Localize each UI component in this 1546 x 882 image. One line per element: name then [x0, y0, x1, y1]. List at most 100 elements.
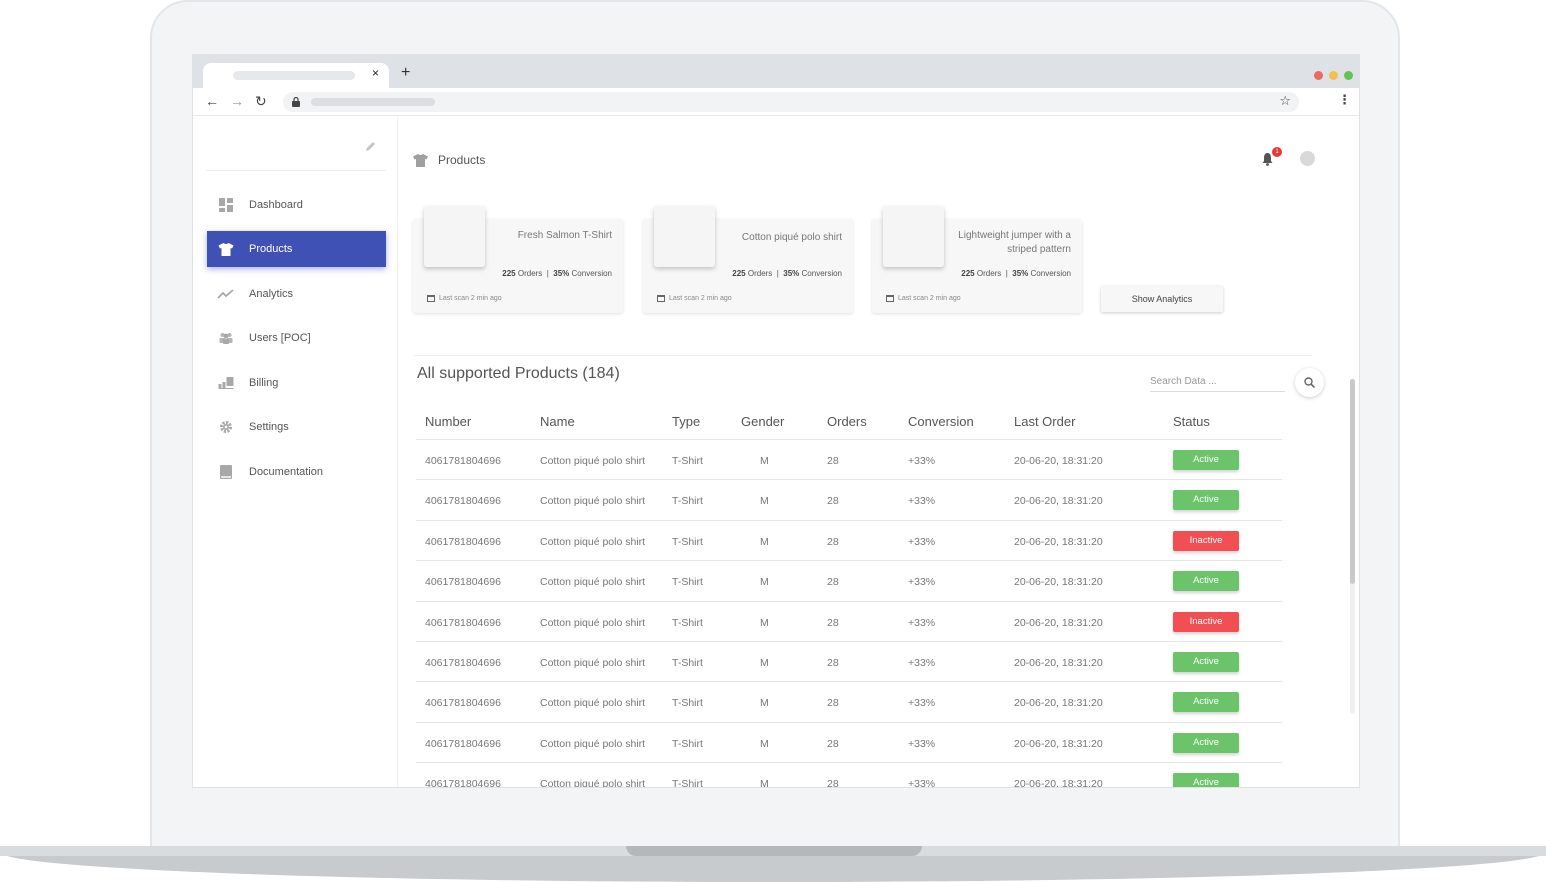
status-badge[interactable]: Active [1173, 450, 1239, 470]
column-header-last-order[interactable]: Last Order [1014, 414, 1075, 429]
cell-number: 4061781804696 [425, 778, 501, 787]
billing-icon [218, 377, 234, 389]
column-header-name[interactable]: Name [540, 414, 575, 429]
status-badge[interactable]: Active [1173, 651, 1239, 672]
cell-last-order: 20-06-20, 18:31:20 [1014, 656, 1103, 669]
sidebar-item-users[interactable]: Users [POC] [207, 320, 386, 356]
sidebar-item-billing[interactable]: Billing [207, 365, 386, 401]
cell-gender: M [760, 576, 769, 589]
cell-last-order: 20-06-20, 18:31:20 [1014, 616, 1103, 629]
close-tab-icon[interactable]: × [372, 66, 379, 80]
table-scrollbar[interactable] [1350, 379, 1355, 714]
cell-name: Cotton piqué polo shirt [540, 576, 646, 589]
scrollbar-thumb[interactable] [1350, 379, 1355, 584]
product-card[interactable]: Fresh Salmon T-Shirt 225 Orders | 35% Co… [413, 206, 623, 313]
back-arrow-icon[interactable]: ← [205, 93, 219, 109]
cell-number: 4061781804696 [425, 737, 501, 750]
cell-number: 4061781804696 [425, 455, 501, 467]
sidebar-item-dashboard[interactable]: Dashboard [207, 187, 386, 223]
column-header-gender[interactable]: Gender [741, 414, 784, 429]
status-badge[interactable]: Active [1173, 571, 1239, 592]
cell-gender: M [760, 737, 769, 750]
sidebar-item-analytics[interactable]: Analytics [207, 276, 386, 312]
show-analytics-button[interactable]: Show Analytics [1101, 286, 1223, 312]
table-title: All supported Products (184) [417, 365, 620, 382]
table-row[interactable]: 4061781804696 Cotton piqué polo shirt T-Sh… [416, 521, 1282, 562]
status-badge[interactable]: Active [1173, 692, 1239, 713]
search-icon [1304, 377, 1315, 388]
section-divider [414, 355, 1312, 356]
cell-gender: M [760, 697, 769, 710]
product-card[interactable]: Cotton piqué polo shirt 225 Orders | 35%… [643, 206, 853, 313]
users-icon [219, 333, 233, 344]
cell-last-order: 20-06-20, 18:31:20 [1014, 737, 1103, 750]
product-card[interactable]: Lightweight jumper with a striped patter… [872, 206, 1082, 313]
forward-arrow-icon[interactable]: → [230, 93, 244, 109]
tshirt-icon [218, 242, 234, 256]
browser-menu-icon[interactable]: ⋮ [1338, 92, 1351, 108]
product-thumbnail [424, 206, 485, 267]
table-row[interactable]: 4061781804696 Cotton piqué polo shirt T-Sh… [416, 723, 1282, 764]
pencil-icon[interactable] [365, 141, 376, 152]
sidebar-item-documentation[interactable]: Documentation [207, 454, 386, 490]
cell-type: T-Shirt [672, 778, 703, 787]
dashboard-icon [219, 198, 233, 212]
avatar[interactable] [1300, 151, 1315, 166]
reload-icon[interactable]: ↻ [255, 93, 267, 110]
status-badge[interactable]: Inactive [1173, 530, 1239, 551]
product-card-footer: Last scan 2 min ago [657, 294, 732, 302]
cell-orders: 28 [827, 576, 839, 589]
column-header-type[interactable]: Type [672, 414, 700, 429]
status-badge[interactable]: Active [1173, 490, 1239, 511]
table-row[interactable]: 4061781804696 Cotton piqué polo shirt T-Sh… [416, 561, 1282, 602]
cell-number: 4061781804696 [425, 616, 501, 629]
cell-last-order: 20-06-20, 18:31:20 [1014, 535, 1103, 548]
cell-orders: 28 [827, 697, 839, 710]
cell-orders: 28 [827, 455, 839, 467]
screen: × + ← → ↻ ☆ ⋮ Dashboard Products Analyti… [193, 55, 1359, 787]
cell-conversion: +33% [908, 778, 936, 787]
sidebar-item-label: Products [249, 243, 293, 255]
sidebar-item-products[interactable]: Products [207, 231, 386, 267]
cell-number: 4061781804696 [425, 495, 501, 508]
table-row[interactable]: 4061781804696 Cotton piqué polo shirt T-Sh… [416, 480, 1282, 521]
cell-gender: M [760, 535, 769, 548]
window-minimize-dot[interactable] [1329, 71, 1338, 80]
column-header-status[interactable]: Status [1173, 414, 1210, 429]
cell-last-order: 20-06-20, 18:31:20 [1014, 778, 1103, 787]
url-omnibox[interactable]: ☆ [283, 92, 1299, 112]
table-row[interactable]: 4061781804696 Cotton piqué polo shirt T-Sh… [416, 642, 1282, 683]
window-maximize-dot[interactable] [1344, 71, 1353, 80]
browser-tab[interactable]: × [203, 63, 389, 88]
table-row[interactable]: 4061781804696 Cotton piqué polo shirt T-Sh… [416, 440, 1282, 481]
window-close-dot[interactable] [1314, 71, 1323, 80]
search-button[interactable] [1295, 368, 1324, 397]
table-row[interactable]: 4061781804696 Cotton piqué polo shirt T-Sh… [416, 682, 1282, 723]
bell-icon[interactable] [1262, 153, 1273, 166]
main-content: Products 1 Fresh Salmon T-Shirt 225 Orde… [398, 117, 1359, 787]
lock-icon [292, 97, 300, 107]
table-body: 4061781804696 Cotton piqué polo shirt T-Sh… [416, 440, 1282, 787]
status-badge[interactable]: Active [1173, 732, 1239, 753]
column-header-orders[interactable]: Orders [827, 414, 867, 429]
tshirt-icon [413, 153, 428, 167]
cell-conversion: +33% [908, 697, 936, 710]
page-title: Products [413, 153, 485, 167]
search-input[interactable] [1150, 372, 1285, 392]
cell-gender: M [760, 656, 769, 669]
status-badge[interactable]: Inactive [1173, 611, 1239, 632]
bookmark-star-icon[interactable]: ☆ [1279, 93, 1291, 109]
new-tab-icon[interactable]: + [401, 64, 410, 82]
table-row[interactable]: 4061781804696 Cotton piqué polo shirt T-Sh… [416, 602, 1282, 642]
sidebar-item-settings[interactable]: Settings [207, 409, 386, 445]
table-row[interactable]: 4061781804696 Cotton piqué polo shirt T-Sh… [416, 763, 1282, 787]
product-thumbnail [883, 206, 944, 267]
product-card-stats: 225 Orders | 35% Conversion [732, 269, 842, 278]
cell-number: 4061781804696 [425, 576, 501, 589]
sidebar-item-label: Billing [249, 377, 279, 389]
trend-icon [217, 289, 234, 299]
status-badge[interactable]: Active [1173, 773, 1239, 787]
cell-type: T-Shirt [672, 656, 703, 669]
column-header-conversion[interactable]: Conversion [908, 414, 974, 429]
column-header-number[interactable]: Number [425, 414, 471, 429]
